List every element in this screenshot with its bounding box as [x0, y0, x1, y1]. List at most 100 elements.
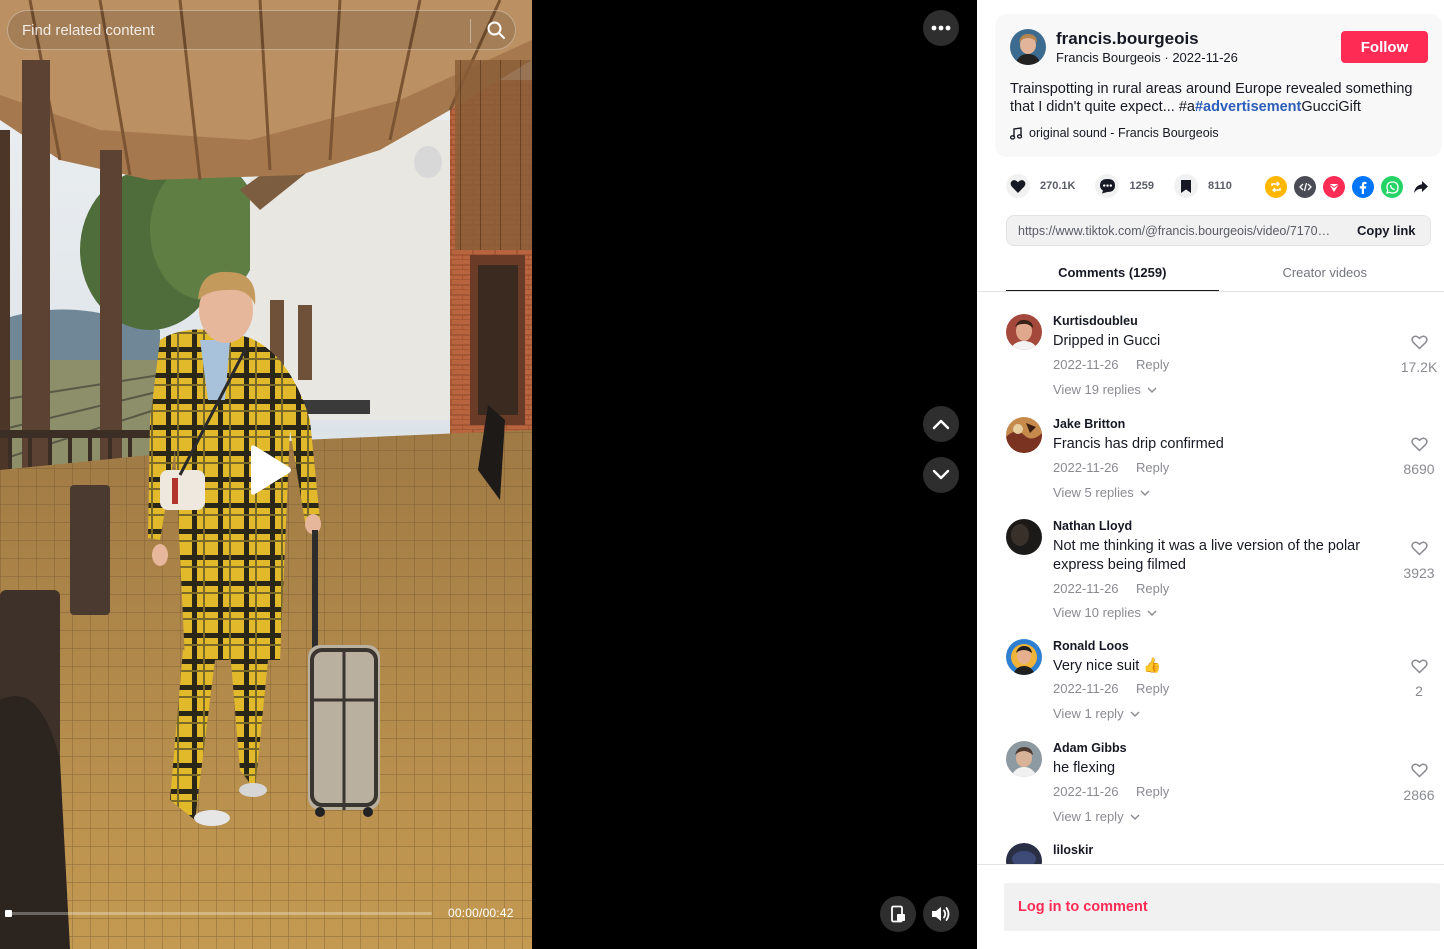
footer-divider	[977, 864, 1444, 865]
speaker-icon	[932, 907, 950, 921]
commenter-username[interactable]: Jake Britton	[1053, 417, 1125, 431]
commenter-avatar[interactable]	[1006, 417, 1042, 453]
save-button[interactable]: 8110	[1173, 174, 1232, 198]
chevron-down-icon	[1130, 814, 1140, 820]
like-button[interactable]: 270.1K	[1006, 174, 1075, 198]
video-frame[interactable]: 00:00/00:42	[0, 0, 532, 949]
chevron-up-icon	[932, 419, 950, 430]
facebook-icon[interactable]	[1352, 176, 1374, 198]
commenter-username[interactable]: Ronald Loos	[1053, 639, 1129, 653]
repost-icon[interactable]	[1265, 176, 1287, 198]
view-replies-label: View 1 reply	[1053, 706, 1124, 721]
video-player[interactable]: 00:00/00:42	[0, 0, 977, 949]
chevron-down-icon	[1147, 387, 1157, 393]
commenter-username[interactable]: Nathan Lloyd	[1053, 519, 1132, 533]
view-replies-button[interactable]: View 1 reply	[1053, 706, 1140, 721]
search-input[interactable]	[22, 11, 462, 49]
view-replies-button[interactable]: View 10 replies	[1053, 605, 1157, 620]
comment-button[interactable]: 1259	[1095, 174, 1154, 198]
commenter-avatar[interactable]	[1006, 741, 1042, 777]
comment-bubble-icon	[1095, 174, 1120, 198]
video-description: Trainspotting in rural areas around Euro…	[1010, 80, 1430, 116]
comment-date: 2022-11-26	[1053, 784, 1119, 799]
music-note-icon	[1010, 126, 1022, 140]
video-url[interactable]: https://www.tiktok.com/@francis.bourgeoi…	[1018, 224, 1340, 238]
avatar-image	[1010, 29, 1046, 65]
commenter-avatar[interactable]	[1006, 519, 1042, 555]
copy-link-button[interactable]: Copy link	[1357, 223, 1416, 238]
tab-comments[interactable]: Comments (1259)	[1006, 254, 1219, 292]
tab-creator-videos[interactable]: Creator videos	[1219, 254, 1432, 292]
like-count: 270.1K	[1040, 180, 1076, 192]
reply-button[interactable]: Reply	[1136, 784, 1169, 799]
video-link-box: https://www.tiktok.com/@francis.bourgeoi…	[1006, 215, 1431, 246]
heart-outline-icon	[1410, 437, 1428, 452]
previous-video-button[interactable]	[923, 406, 959, 442]
comment-like-count: 3923	[1403, 565, 1435, 581]
comment-like-button[interactable]: 8690	[1399, 437, 1439, 477]
comment-text: Dripped in Gucci	[1053, 333, 1161, 349]
heart-outline-icon	[1410, 541, 1428, 556]
comment-like-button[interactable]: 2866	[1399, 763, 1439, 803]
comment-date: 2022-11-26	[1053, 357, 1119, 372]
telegram-icon[interactable]	[1323, 176, 1345, 198]
bookmark-icon	[1173, 174, 1198, 198]
volume-button[interactable]	[923, 896, 959, 932]
commenter-username[interactable]: liloskir	[1053, 843, 1093, 857]
more-options-button[interactable]	[923, 10, 959, 46]
heart-outline-icon	[1410, 659, 1428, 674]
commenter-username[interactable]: Adam Gibbs	[1053, 741, 1127, 755]
commenter-avatar[interactable]	[1006, 843, 1042, 864]
login-label: Log in to comment	[1018, 899, 1148, 915]
picture-in-picture-icon	[891, 905, 905, 923]
comment-like-count: 2866	[1403, 787, 1435, 803]
follow-button[interactable]: Follow	[1341, 31, 1428, 63]
search-bar	[7, 10, 516, 50]
search-icon	[487, 21, 505, 39]
progress-knob[interactable]	[5, 910, 12, 917]
view-replies-button[interactable]: View 1 reply	[1053, 809, 1140, 824]
progress-bar[interactable]	[5, 910, 432, 917]
comment-like-count: 8690	[1403, 461, 1435, 477]
comment-like-button[interactable]: 17.2K	[1399, 335, 1439, 375]
comment-like-button[interactable]: 3923	[1399, 541, 1439, 581]
reply-button[interactable]: Reply	[1136, 681, 1169, 696]
comment-like-count: 2	[1415, 683, 1423, 699]
chevron-down-icon	[1130, 711, 1140, 717]
view-replies-button[interactable]: View 5 replies	[1053, 485, 1150, 500]
engagement-stats: 270.1K 1259 8110	[1006, 174, 1252, 198]
heart-outline-icon	[1410, 763, 1428, 778]
author-avatar[interactable]	[1010, 29, 1046, 65]
reply-button[interactable]: Reply	[1136, 460, 1169, 475]
comment-date: 2022-11-26	[1053, 681, 1119, 696]
search-button[interactable]	[476, 11, 516, 49]
view-replies-label: View 5 replies	[1053, 485, 1134, 500]
embed-icon[interactable]	[1294, 176, 1316, 198]
comment-list[interactable]: Kurtisdoubleu Dripped in Gucci 2022-11-2…	[977, 292, 1444, 864]
next-video-button[interactable]	[923, 457, 959, 493]
search-divider	[470, 19, 471, 43]
comment-text: Francis has drip confirmed	[1053, 436, 1224, 452]
view-replies-label: View 1 reply	[1053, 809, 1124, 824]
whatsapp-icon[interactable]	[1381, 176, 1403, 198]
reply-button[interactable]: Reply	[1136, 357, 1169, 372]
commenter-avatar[interactable]	[1006, 639, 1042, 675]
floating-player-button[interactable]	[880, 896, 916, 932]
heart-icon	[1006, 174, 1030, 198]
play-button[interactable]	[237, 440, 297, 500]
hashtag-link[interactable]: #advertisement	[1195, 99, 1301, 115]
comment-like-count: 17.2K	[1400, 359, 1438, 375]
view-replies-button[interactable]: View 19 replies	[1053, 382, 1157, 397]
reply-button[interactable]: Reply	[1136, 581, 1169, 596]
comment-text: Very nice suit 👍	[1053, 658, 1162, 674]
time-display: 00:00/00:42	[448, 906, 514, 920]
share-arrow-icon[interactable]	[1410, 176, 1432, 198]
author-username[interactable]: francis.bourgeois	[1056, 29, 1199, 49]
commenter-username[interactable]: Kurtisdoubleu	[1053, 314, 1138, 328]
chevron-down-icon	[932, 469, 950, 480]
ellipsis-icon	[931, 25, 951, 31]
login-to-comment-button[interactable]: Log in to comment	[1004, 883, 1440, 931]
music-link[interactable]: original sound - Francis Bourgeois	[1010, 126, 1219, 140]
commenter-avatar[interactable]	[1006, 314, 1042, 350]
comment-like-button[interactable]: 2	[1399, 659, 1439, 699]
